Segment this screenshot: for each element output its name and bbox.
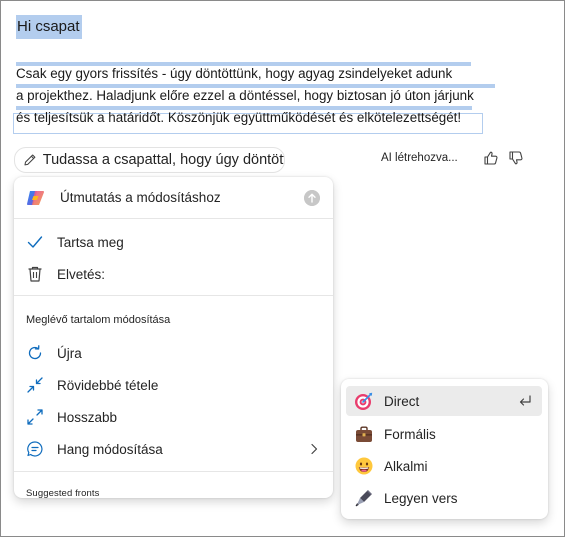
suggested-prompts-label: Suggested fronts — [26, 488, 100, 498]
expand-arrows-icon — [27, 409, 43, 425]
thumbs-down-icon[interactable] — [508, 150, 524, 166]
body-line: a projekthez. Haladjunk előre ezzel a dö… — [16, 88, 474, 103]
trash-icon — [28, 266, 42, 282]
shrink-arrows-icon — [27, 377, 43, 393]
send-arrow-icon[interactable] — [304, 190, 320, 206]
document-body[interactable]: Csak egy gyors frissítés - úgy döntöttün… — [16, 63, 491, 129]
grinning-face-icon — [355, 457, 373, 475]
body-line: Csak egy gyors frissítés - úgy döntöttün… — [16, 66, 453, 81]
change-tone-label: Hang módosítása — [57, 441, 163, 457]
guidance-placeholder: Útmutatás a módosításhoz — [60, 190, 221, 205]
checkmark-icon — [27, 236, 43, 248]
shorten-label: Rövidebbé tétele — [57, 377, 159, 393]
tone-option-label: Direct — [384, 393, 420, 409]
body-line: és teljesítsük a határidőt. Köszönjük eg… — [16, 110, 462, 125]
tone-option-label: Legyen vers — [384, 490, 458, 506]
ai-generated-label[interactable]: AI létrehozva... — [381, 152, 458, 164]
regenerate-button[interactable]: Újra — [14, 339, 333, 367]
change-tone-button[interactable]: Hang módosítása — [14, 435, 333, 463]
tone-option-formal[interactable]: Formális — [346, 419, 542, 449]
regenerate-label: Újra — [57, 345, 82, 361]
pencil-icon — [24, 154, 36, 166]
fountain-pen-icon — [355, 490, 372, 507]
lengthen-label: Hosszabb — [57, 409, 118, 425]
prompt-pill[interactable]: Tudassa a csapattal, hogy úgy döntöttünk… — [14, 147, 285, 173]
shorten-button[interactable]: Rövidebbé tétele — [14, 371, 333, 399]
tone-option-casual[interactable]: Alkalmi — [346, 451, 542, 481]
document-title[interactable]: Hi csapat — [16, 15, 82, 39]
tone-submenu: Direct Formális Alkalmi Legyen vers — [341, 379, 548, 519]
enter-key-icon — [519, 395, 531, 406]
refresh-icon — [28, 345, 42, 360]
thumbs-up-icon[interactable] — [483, 150, 499, 166]
copilot-icon — [27, 191, 45, 205]
prompt-text: Tudassa a csapattal, hogy úgy döntöttünk… — [42, 152, 284, 168]
copilot-menu: Útmutatás a módosításhoz Tartsa meg Elve… — [14, 177, 333, 498]
chevron-right-icon — [311, 443, 318, 455]
discard-label: Elvetés: — [57, 266, 106, 282]
tone-option-label: Alkalmi — [384, 458, 428, 474]
section-label: Meglévő tartalom módosítása — [26, 314, 171, 326]
chat-bubble-icon — [27, 441, 43, 457]
menu-divider — [14, 471, 333, 472]
keep-button[interactable]: Tartsa meg — [14, 228, 333, 256]
briefcase-icon — [356, 426, 372, 442]
tone-option-label: Formális — [384, 426, 436, 442]
tone-option-direct[interactable]: Direct — [346, 386, 542, 416]
guidance-input[interactable]: Útmutatás a módosításhoz — [14, 177, 333, 219]
tone-option-poem[interactable]: Legyen vers — [346, 483, 542, 513]
discard-button[interactable]: Elvetés: — [14, 260, 333, 288]
menu-divider — [14, 295, 333, 296]
lengthen-button[interactable]: Hosszabb — [14, 403, 333, 431]
target-icon — [355, 392, 373, 410]
keep-label: Tartsa meg — [57, 234, 124, 250]
